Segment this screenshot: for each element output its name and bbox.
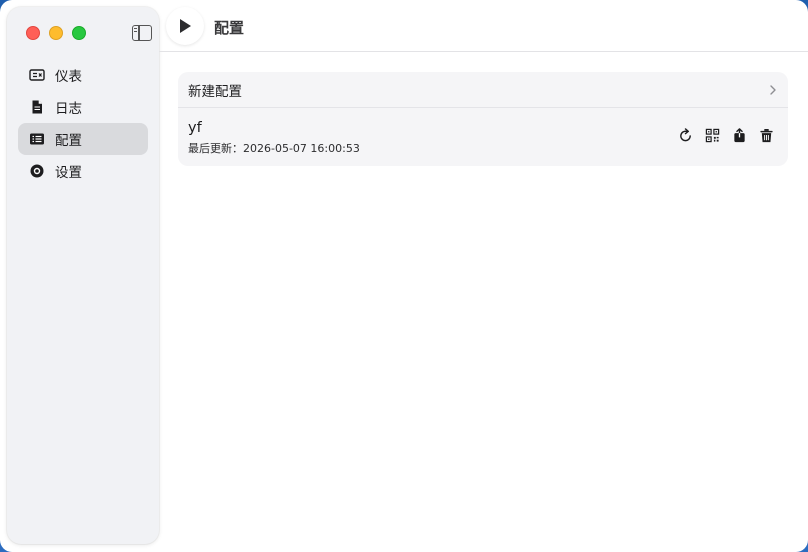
app-window: 仪表 日志 配置 设置 配置 新建配置 yf 最后更新：2026-05-07 1… <box>0 0 808 552</box>
profile-row[interactable]: yf 最后更新：2026-05-07 16:00:53 <box>178 108 788 166</box>
sidebar-item-label: 设置 <box>55 165 82 181</box>
refresh-icon[interactable] <box>678 128 693 143</box>
maximize-window-button[interactable] <box>72 26 86 40</box>
toggle-sidebar-icon[interactable] <box>132 25 152 41</box>
new-profile-row[interactable]: 新建配置 <box>178 72 788 108</box>
close-window-button[interactable] <box>26 26 40 40</box>
sidebar-item-dashboard[interactable]: 仪表 <box>18 59 148 91</box>
toolbar-divider <box>159 51 808 52</box>
gear-icon <box>29 163 45 179</box>
sidebar-item-label: 配置 <box>55 133 82 149</box>
start-button[interactable] <box>166 7 204 45</box>
chevron-right-icon <box>770 84 776 95</box>
sidebar-item-label: 日志 <box>55 101 82 117</box>
share-icon[interactable] <box>732 128 747 143</box>
play-icon <box>180 19 191 33</box>
sidebar: 仪表 日志 配置 设置 <box>7 7 159 544</box>
list-icon <box>29 131 45 147</box>
window-controls <box>26 26 86 40</box>
sidebar-nav: 仪表 日志 配置 设置 <box>18 59 148 187</box>
sidebar-item-profiles[interactable]: 配置 <box>18 123 148 155</box>
profiles-card: 新建配置 yf 最后更新：2026-05-07 16:00:53 <box>178 72 788 166</box>
sidebar-item-label: 仪表 <box>55 69 82 85</box>
sidebar-item-settings[interactable]: 设置 <box>18 155 148 187</box>
trash-icon[interactable] <box>759 128 774 143</box>
document-icon <box>29 99 45 115</box>
dashboard-icon <box>29 67 45 83</box>
qrcode-icon[interactable] <box>705 128 720 143</box>
profile-actions <box>678 128 774 143</box>
new-profile-label: 新建配置 <box>188 83 242 100</box>
minimize-window-button[interactable] <box>49 26 63 40</box>
sidebar-item-logs[interactable]: 日志 <box>18 91 148 123</box>
page-title: 配置 <box>214 19 245 37</box>
